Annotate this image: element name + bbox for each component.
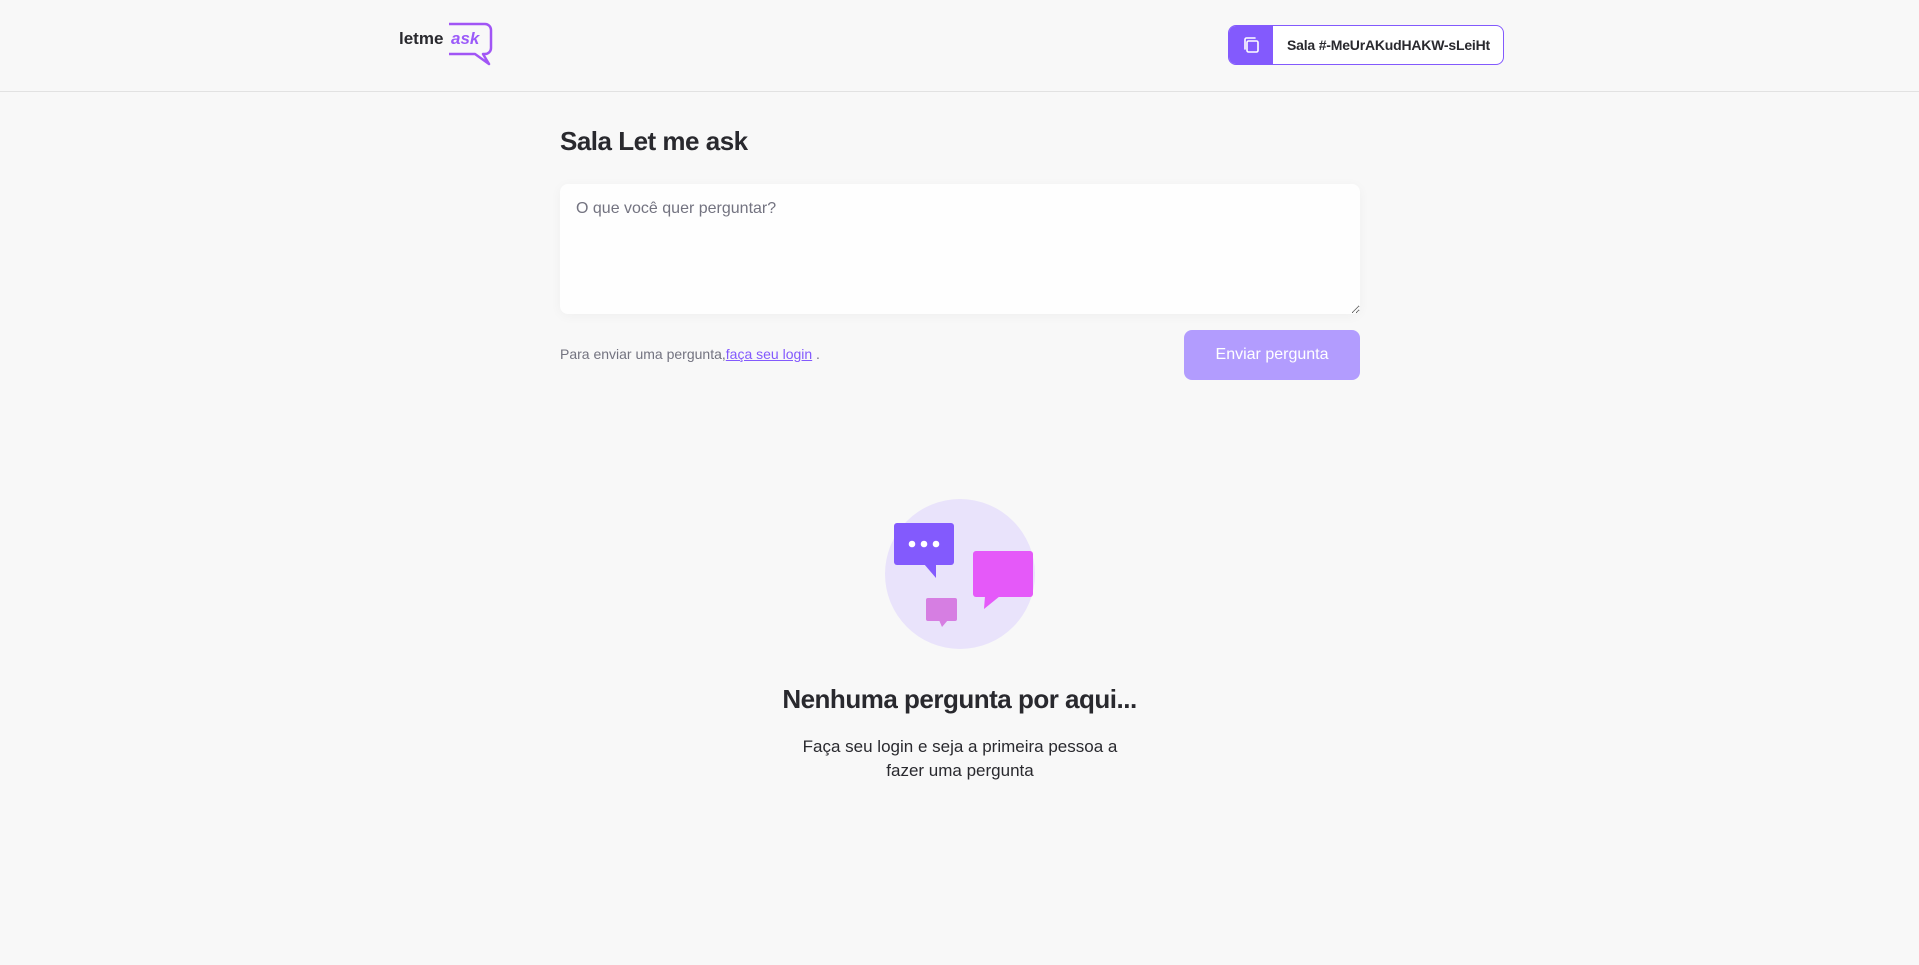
logo-text-main: letme xyxy=(399,29,443,48)
page-header: letme ask Sala #-MeUrAKudHAKW-sLeiHt xyxy=(0,0,1919,92)
letmeask-logo[interactable]: letme ask xyxy=(399,20,495,68)
login-hint: Para enviar uma pergunta,faça seu login … xyxy=(560,346,820,362)
empty-state-title: Nenhuma pergunta por aqui... xyxy=(782,684,1137,714)
logo-text-accent: ask xyxy=(451,29,481,48)
question-input[interactable] xyxy=(560,184,1360,314)
empty-questions-illustration-icon xyxy=(884,498,1036,650)
login-hint-suffix: . xyxy=(812,346,820,362)
send-question-button[interactable]: Enviar pergunta xyxy=(1184,330,1360,380)
room-code-button[interactable]: Sala #-MeUrAKudHAKW-sLeiHt xyxy=(1228,25,1504,65)
copy-icon[interactable] xyxy=(1229,26,1273,64)
empty-state-subtitle: Faça seu login e seja a primeira pessoa … xyxy=(802,737,1118,780)
room-code-label: Sala #-MeUrAKudHAKW-sLeiHt xyxy=(1287,37,1490,53)
login-hint-prefix: Para enviar uma pergunta, xyxy=(560,346,726,362)
login-link[interactable]: faça seu login xyxy=(726,346,812,362)
page-title: Sala Let me ask xyxy=(560,126,748,156)
